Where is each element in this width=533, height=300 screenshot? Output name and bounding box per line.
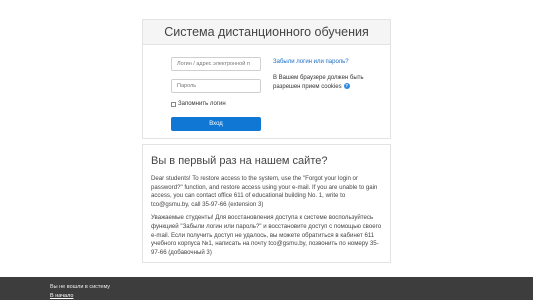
first-time-title: Вы в первый раз на нашем сайте? — [151, 155, 328, 167]
first-time-text-en: Dear students! To restore access to the … — [151, 175, 378, 208]
first-time-panel: Вы в первый раз на нашем сайте? Dear stu… — [142, 144, 391, 263]
login-panel: Система дистанционного обучения Запомнит… — [142, 19, 391, 139]
login-status: Вы не вошли в систему — [50, 284, 111, 290]
question-circle-icon[interactable]: ? — [343, 82, 350, 89]
first-time-text-ru: Уважаемые студенты! Для восстановления д… — [151, 214, 382, 256]
remember-label: Запомнить логин — [178, 101, 226, 107]
cookie-notice: В Вашем браузере должен быть разрешен пр… — [273, 74, 369, 91]
username-input[interactable] — [171, 57, 261, 71]
cookie-notice-text: В Вашем браузере должен быть разрешен пр… — [273, 75, 364, 90]
remember-checkbox[interactable] — [171, 101, 176, 107]
home-link[interactable]: В начало — [50, 293, 73, 299]
forgot-password-link[interactable]: Забыли логин или пароль? — [273, 59, 349, 65]
login-title: Система дистанционного обучения — [143, 20, 390, 45]
footer: Вы не вошли в систему В начало — [0, 277, 533, 300]
password-input[interactable] — [171, 79, 261, 93]
remember-username[interactable]: Запомнить логин — [171, 101, 226, 107]
login-button[interactable]: Вход — [171, 117, 261, 131]
